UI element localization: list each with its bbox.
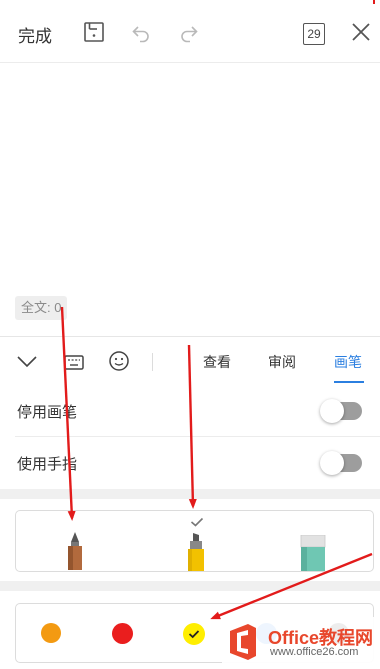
active-tab-indicator xyxy=(334,381,364,383)
selected-check-icon xyxy=(190,514,204,532)
office-logo-icon xyxy=(226,623,260,666)
disable-pen-toggle[interactable] xyxy=(320,399,362,423)
use-finger-label: 使用手指 xyxy=(17,456,78,473)
toggle-knob xyxy=(320,399,344,423)
eraser-tool[interactable] xyxy=(300,534,326,576)
section-separator xyxy=(0,489,380,499)
top-bar: 完成 29 xyxy=(0,0,380,63)
highlighter-tool[interactable] xyxy=(186,533,206,576)
document-canvas[interactable] xyxy=(0,63,380,335)
word-count-label: 全文: 0 xyxy=(15,296,68,320)
disable-pen-label: 停用画笔 xyxy=(17,404,78,421)
save-icon[interactable] xyxy=(82,20,106,44)
done-button[interactable]: 完成 xyxy=(18,22,52,47)
toolbar-divider xyxy=(152,353,153,371)
page-count-badge[interactable]: 29 xyxy=(303,23,325,45)
close-icon[interactable] xyxy=(349,20,373,44)
tab-draw[interactable]: 画笔 xyxy=(334,352,362,372)
color-swatch-yellow[interactable] xyxy=(183,623,205,645)
color-swatch-orange[interactable] xyxy=(41,623,61,643)
use-finger-row: 使用手指 xyxy=(0,437,380,489)
section-separator xyxy=(0,581,380,591)
pencil-tool[interactable] xyxy=(65,530,85,575)
watermark-url: www.office26.com xyxy=(270,646,359,658)
tab-view[interactable]: 查看 xyxy=(203,352,231,372)
redo-icon[interactable] xyxy=(177,20,201,44)
undo-icon[interactable] xyxy=(129,20,153,44)
keyboard-icon[interactable] xyxy=(62,349,86,378)
emoji-face-icon[interactable] xyxy=(107,349,131,378)
toggle-knob xyxy=(320,451,344,475)
collapse-chevron-icon[interactable] xyxy=(15,349,39,378)
disable-pen-row: 停用画笔 xyxy=(0,385,380,437)
tab-review[interactable]: 审阅 xyxy=(268,352,296,372)
use-finger-toggle[interactable] xyxy=(320,451,362,475)
pen-tools-card xyxy=(15,510,374,572)
color-swatch-red[interactable] xyxy=(112,623,133,644)
ribbon-toolbar: 查看 审阅 画笔 xyxy=(0,336,380,386)
